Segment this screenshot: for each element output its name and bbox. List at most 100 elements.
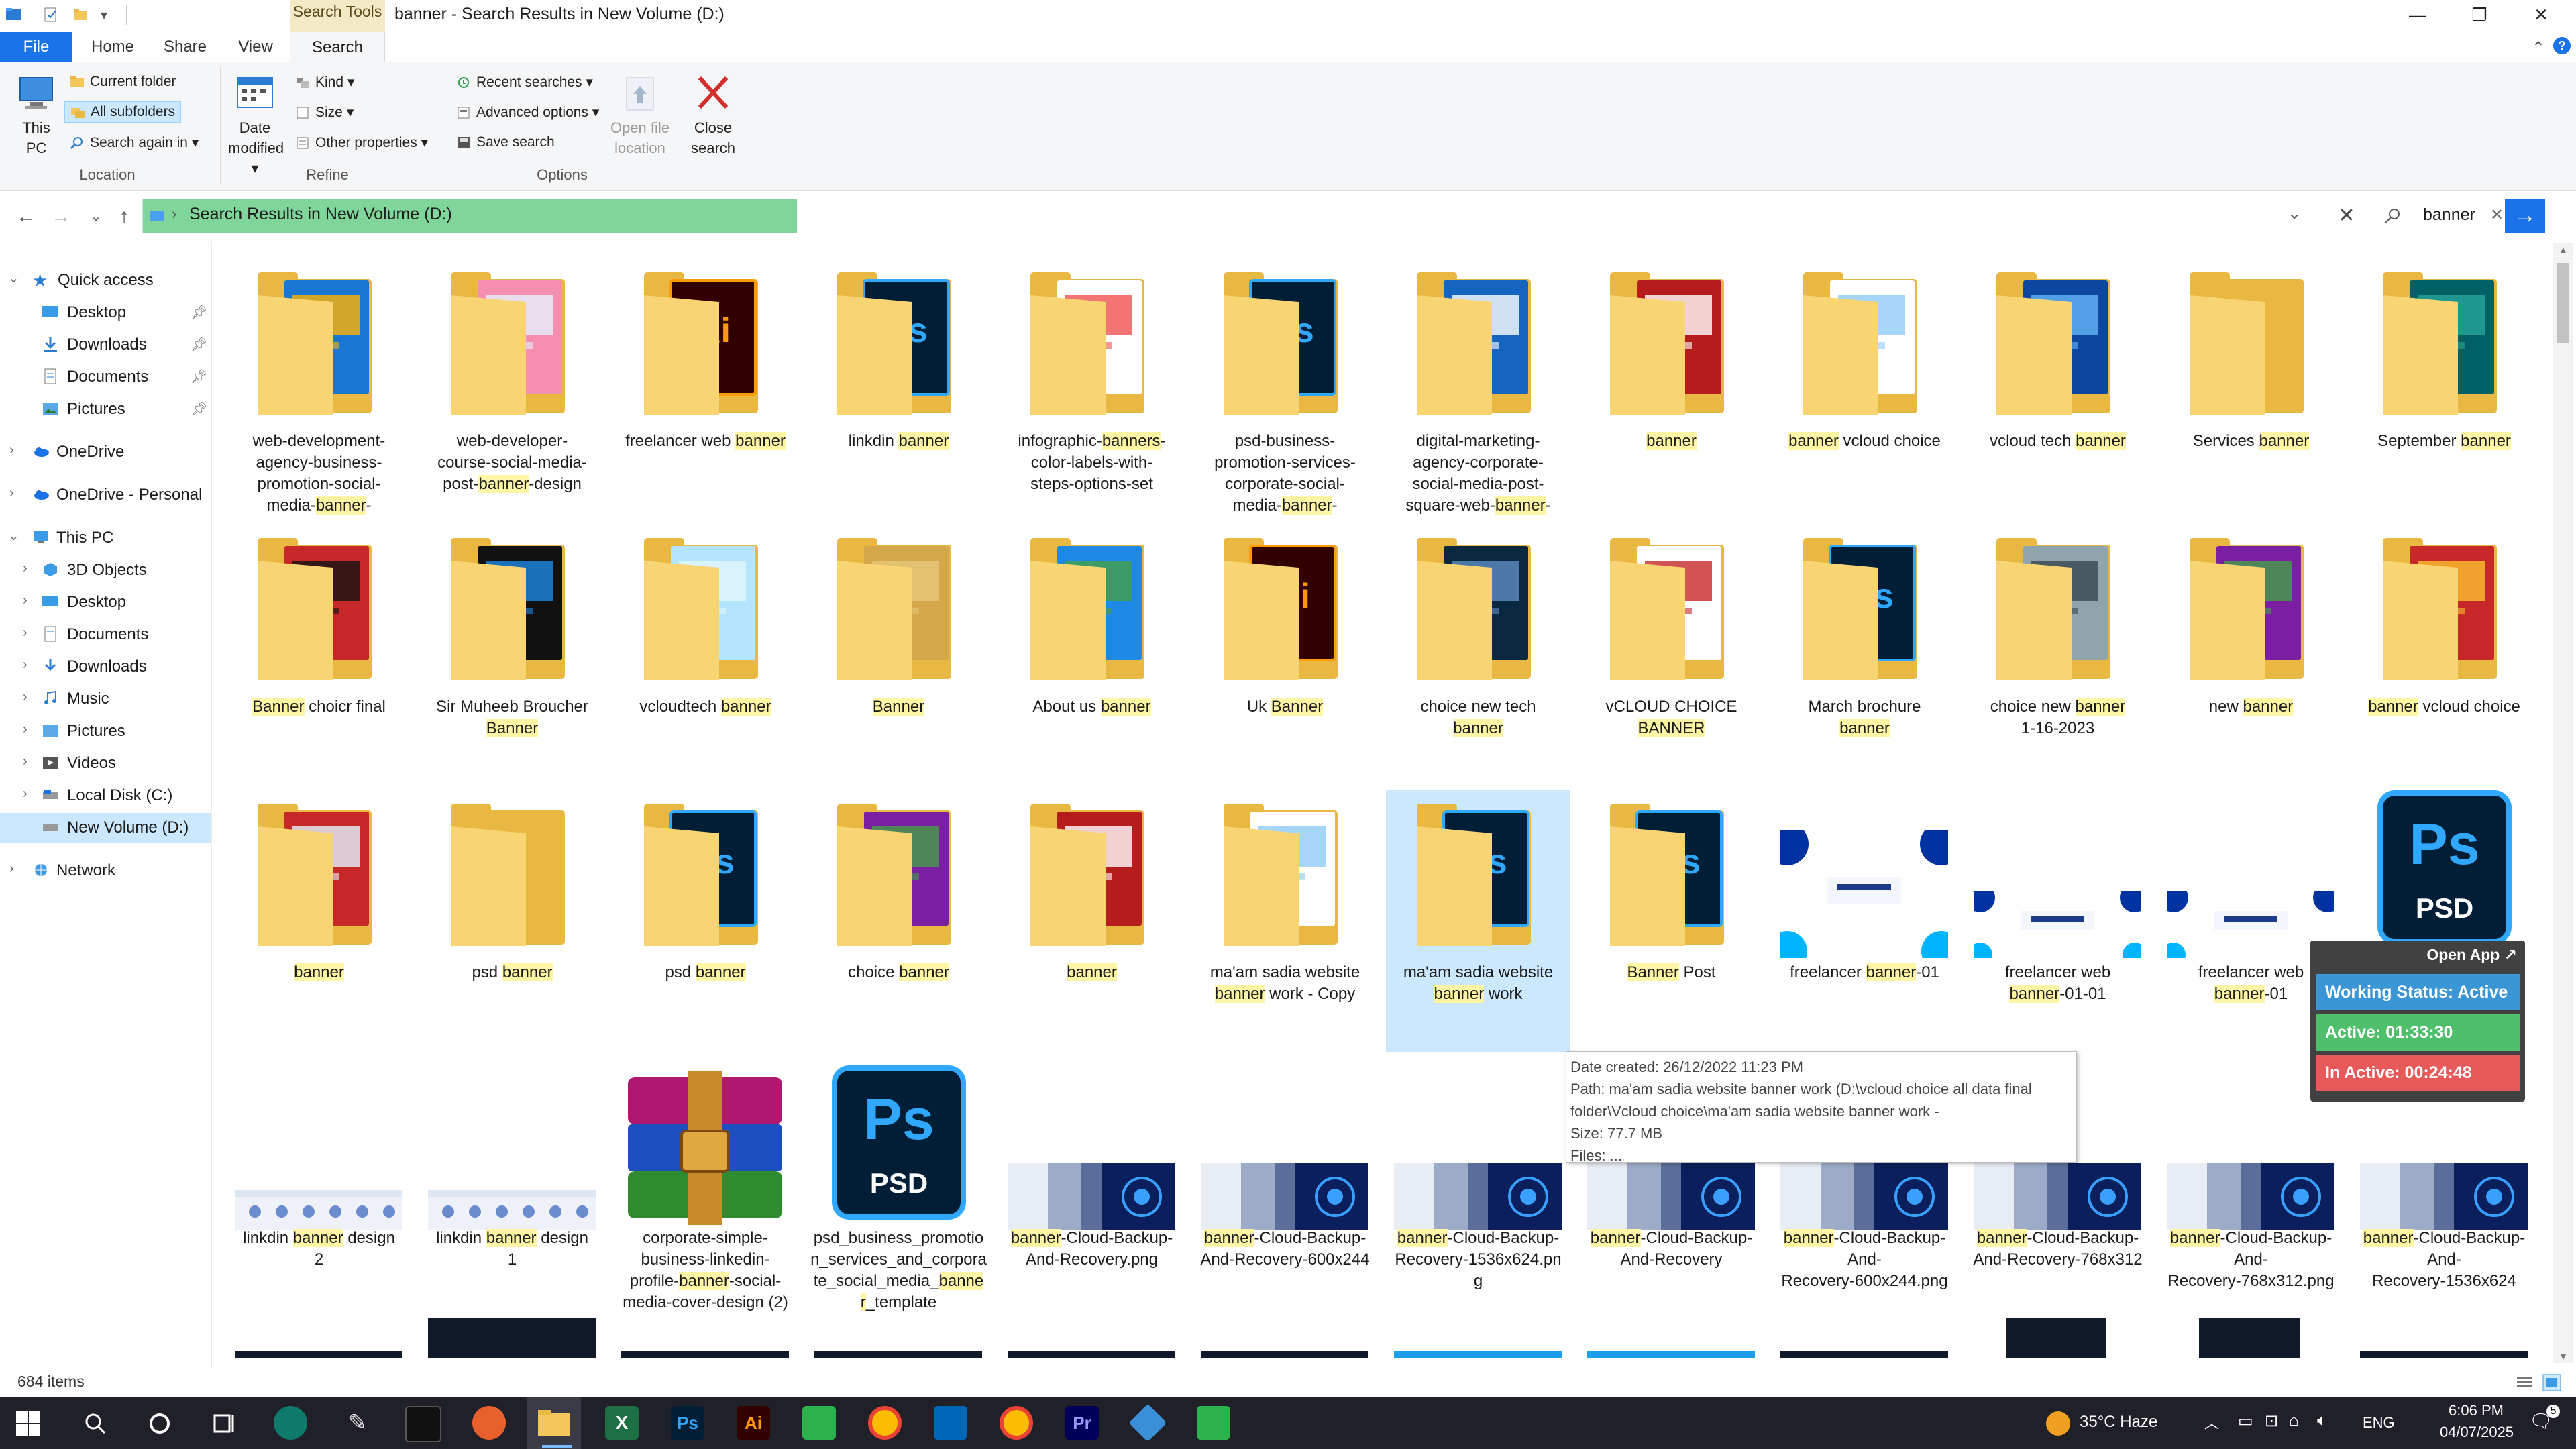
partial-thumbnail[interactable]	[2360, 1351, 2528, 1358]
up-arrow-icon[interactable]: ↑	[109, 201, 140, 232]
file-item[interactable]: linkdin banner design 2	[227, 1056, 411, 1318]
back-arrow-icon[interactable]: ←	[11, 201, 42, 232]
pin-icon[interactable]: 📌︎	[191, 362, 207, 392]
folder-item[interactable]: banner vcloud choice	[2352, 525, 2536, 786]
file-item[interactable]: freelancer banner-01	[1766, 790, 1963, 1052]
folder-item[interactable]: Banner	[806, 525, 991, 786]
partial-thumbnail[interactable]	[1008, 1351, 1175, 1358]
nav-this-pc[interactable]: This PC	[32, 523, 207, 553]
nav-quick-access[interactable]: ★ Quick access	[32, 266, 207, 295]
close-search-button[interactable]: Close search	[683, 72, 743, 158]
illustrator-icon[interactable]: Ai	[737, 1406, 770, 1440]
nav-pc-item[interactable]: Documents	[42, 620, 211, 649]
tab-share[interactable]: Share	[153, 32, 217, 62]
nav-pc-item[interactable]: Music	[42, 684, 211, 714]
help-icon[interactable]: ?	[2553, 37, 2571, 54]
nav-pc-item[interactable]: Videos	[42, 749, 211, 778]
clock-time[interactable]: 6:06 PM	[2439, 1402, 2513, 1419]
open-file-location-button[interactable]: Open file location	[604, 72, 676, 158]
nav-pc-item[interactable]: Local Disk (C:)	[42, 781, 211, 810]
properties-icon[interactable]	[42, 5, 60, 24]
expand-chevron-icon[interactable]: ›	[23, 593, 28, 608]
partial-thumbnail[interactable]	[2199, 1318, 2300, 1358]
folder-item[interactable]: web-developer-course-social-media-post-b…	[420, 259, 604, 521]
partial-thumbnail[interactable]	[428, 1318, 596, 1358]
volume-icon[interactable]: 🔈︎	[2317, 1411, 2326, 1430]
partial-thumbnail[interactable]	[235, 1351, 402, 1358]
clear-query-icon[interactable]: ✕	[2490, 205, 2504, 225]
pin-icon[interactable]: 📌︎	[191, 394, 207, 424]
clear-search-x-icon[interactable]: ✕	[2330, 203, 2363, 229]
expand-chevron-icon[interactable]: ›	[23, 786, 28, 802]
folder-item[interactable]: psd banner	[420, 790, 604, 1052]
tab-home[interactable]: Home	[80, 32, 145, 62]
file-item[interactable]: corporate-simple-business-linkedin-profi…	[613, 1056, 798, 1318]
expand-chevron-icon[interactable]: ›	[23, 657, 28, 673]
windows-start-icon[interactable]	[15, 1410, 42, 1437]
folder-item[interactable]: Banner choicr final	[227, 525, 411, 786]
edge-icon[interactable]	[274, 1406, 307, 1440]
terminal-icon[interactable]	[405, 1406, 441, 1442]
green-app-icon[interactable]	[802, 1406, 836, 1440]
new-folder-icon[interactable]	[71, 5, 90, 24]
save-search-button[interactable]: Save search	[456, 134, 555, 150]
maximize-button[interactable]: ❐	[2449, 0, 2510, 32]
folder-item[interactable]: About us banner	[1000, 525, 1184, 786]
partial-thumbnail[interactable]	[1780, 1351, 1948, 1358]
excel-icon[interactable]: X	[605, 1406, 639, 1440]
folder-item[interactable]: Ps ma'am sadia website banner work	[1386, 790, 1570, 1052]
folder-item[interactable]: Services banner	[2159, 259, 2343, 521]
folder-item[interactable]: banner	[227, 790, 411, 1052]
clock-date[interactable]: 04/07/2025	[2430, 1424, 2524, 1441]
cortana-icon[interactable]	[146, 1410, 173, 1437]
partial-thumbnail[interactable]	[814, 1351, 982, 1358]
nav-pc-item[interactable]: Desktop	[42, 588, 211, 617]
language-indicator[interactable]: ENG	[2363, 1414, 2395, 1432]
folder-item[interactable]: banner	[1579, 259, 1764, 521]
nav-network[interactable]: Network	[32, 856, 207, 885]
tray-icon-1[interactable]: ▭	[2238, 1411, 2253, 1431]
expand-chevron-icon[interactable]: ›	[9, 486, 14, 501]
file-item[interactable]: freelancer web banner-01-01	[1966, 790, 2150, 1052]
green-app-2-icon[interactable]	[1197, 1406, 1230, 1440]
search-again-in-button[interactable]: Search again in ▾	[70, 134, 199, 151]
scrollbar-thumb[interactable]	[2557, 263, 2569, 343]
close-window-button[interactable]: ✕	[2510, 0, 2572, 32]
nav-pc-item[interactable]: 3D Objects	[42, 555, 211, 585]
partial-thumbnail[interactable]	[2006, 1318, 2106, 1358]
address-dropdown-icon[interactable]: ⌄	[2288, 204, 2301, 223]
tab-view[interactable]: View	[225, 32, 286, 62]
minimize-button[interactable]: —	[2387, 0, 2449, 32]
recent-locations-dropdown-icon[interactable]: ⌄	[80, 201, 111, 232]
partial-thumbnail[interactable]	[1201, 1351, 1368, 1358]
vscode-icon[interactable]	[934, 1406, 967, 1440]
scroll-up-icon[interactable]: ▲	[2559, 244, 2568, 255]
folder-item[interactable]: digital-marketing-agency-corporate-socia…	[1386, 259, 1570, 521]
search-go-arrow-icon[interactable]: →	[2505, 199, 2545, 233]
file-item[interactable]: banner-Cloud-Backup- And-Recovery.png	[1000, 1056, 1184, 1318]
folder-item[interactable]: vcloudtech banner	[613, 525, 798, 786]
expand-chevron-icon[interactable]: ›	[23, 690, 28, 705]
folder-item[interactable]: Ai freelancer web banner	[613, 259, 798, 521]
nav-onedrive[interactable]: OneDrive	[32, 437, 207, 467]
other-properties-button[interactable]: Other properties ▾	[295, 134, 428, 151]
expand-chevron-icon[interactable]: ›	[23, 561, 28, 576]
folder-item[interactable]: banner	[1000, 790, 1184, 1052]
folder-item[interactable]: ma'am sadia website banner work - Copy	[1193, 790, 1377, 1052]
folder-item[interactable]: choice new tech banner	[1386, 525, 1570, 786]
chrome-icon[interactable]	[868, 1406, 902, 1440]
folder-item[interactable]: choice banner	[806, 790, 991, 1052]
collapse-ribbon-icon[interactable]: ⌃	[2532, 38, 2545, 58]
expand-chevron-icon[interactable]: ⌄	[8, 270, 19, 286]
file-explorer-taskbar-icon[interactable]	[537, 1407, 572, 1438]
expand-chevron-icon[interactable]: ›	[9, 861, 14, 877]
all-subfolders-button[interactable]: All subfolders	[64, 101, 182, 123]
tab-search[interactable]: Search	[290, 32, 385, 62]
folder-item[interactable]: banner vcloud choice	[1772, 259, 1957, 521]
premiere-icon[interactable]: Pr	[1065, 1406, 1099, 1440]
folder-item[interactable]: infographic-banners-color-labels-with-st…	[1000, 259, 1184, 521]
folder-item[interactable]: Ps Banner Post	[1579, 790, 1764, 1052]
expand-chevron-icon[interactable]: ›	[23, 722, 28, 737]
folder-item[interactable]: web-development-agency-business-promotio…	[227, 259, 411, 521]
nav-quick-pictures[interactable]: Pictures 📌︎	[42, 394, 209, 424]
